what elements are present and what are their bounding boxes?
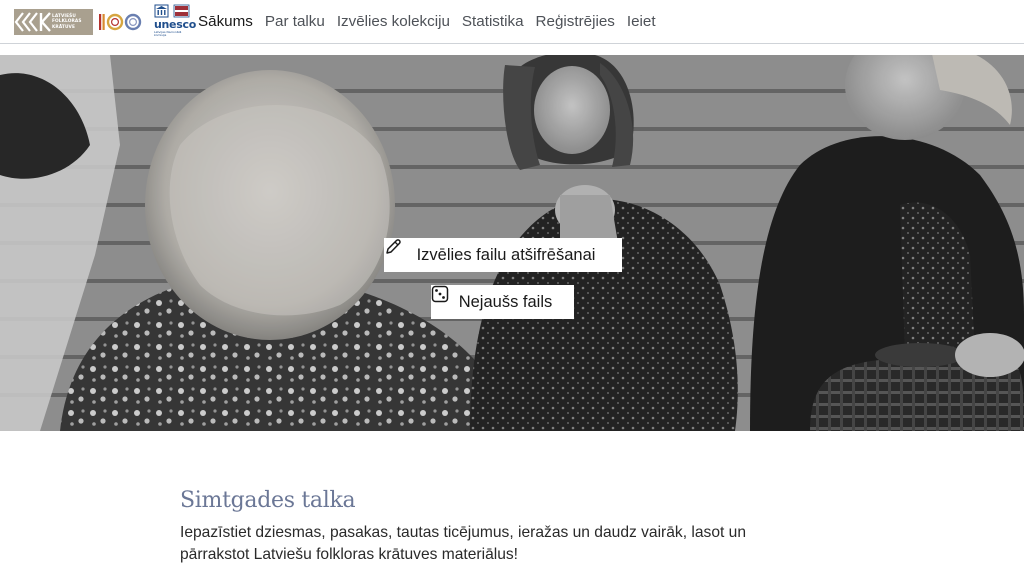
intro-title: Simtgades talka: [180, 488, 356, 513]
unesco-subtext: Latvijas Nacionālā komisija: [154, 30, 182, 38]
nav-item-statistics[interactable]: Statistika: [462, 13, 524, 30]
random-file-label: Nejaušs fails: [458, 292, 553, 311]
lfk-logo-mark: [14, 9, 52, 35]
nav-item-home[interactable]: Sākums: [198, 13, 253, 30]
choose-file-label: Izvēlies failu atšifrēšanai: [416, 245, 596, 264]
nav-item-login[interactable]: Ieiet: [627, 13, 656, 30]
centenary-logo: [98, 12, 146, 32]
random-file-button[interactable]: Nejaušs fails: [431, 285, 574, 319]
nav-item-register[interactable]: Reģistrējies: [536, 13, 615, 30]
nav-item-about[interactable]: Par talku: [265, 13, 325, 30]
lfk-logo[interactable]: LATVIEŠU FOLKLORAS KRĀTUVE: [14, 9, 93, 35]
top-navbar: LATVIEŠU FOLKLORAS KRĀTUVE unesco Latvij…: [0, 0, 1024, 44]
main-nav: Sākums Par talku Izvēlies kolekciju Stat…: [198, 0, 668, 43]
hero-banner: Izvēlies failu atšifrēšanai Nejaušs fail…: [0, 55, 1024, 431]
intro-text: Iepazīstiet dziesmas, pasakas, tautas ti…: [180, 524, 746, 563]
lfk-logo-text: LATVIEŠU FOLKLORAS KRĀTUVE: [52, 13, 82, 30]
unesco-logo: unesco Latvijas Nacionālā komisija: [154, 4, 196, 38]
nav-item-collections[interactable]: Izvēlies kolekciju: [337, 13, 450, 30]
choose-file-to-transcribe-button[interactable]: Izvēlies failu atšifrēšanai: [384, 238, 622, 272]
